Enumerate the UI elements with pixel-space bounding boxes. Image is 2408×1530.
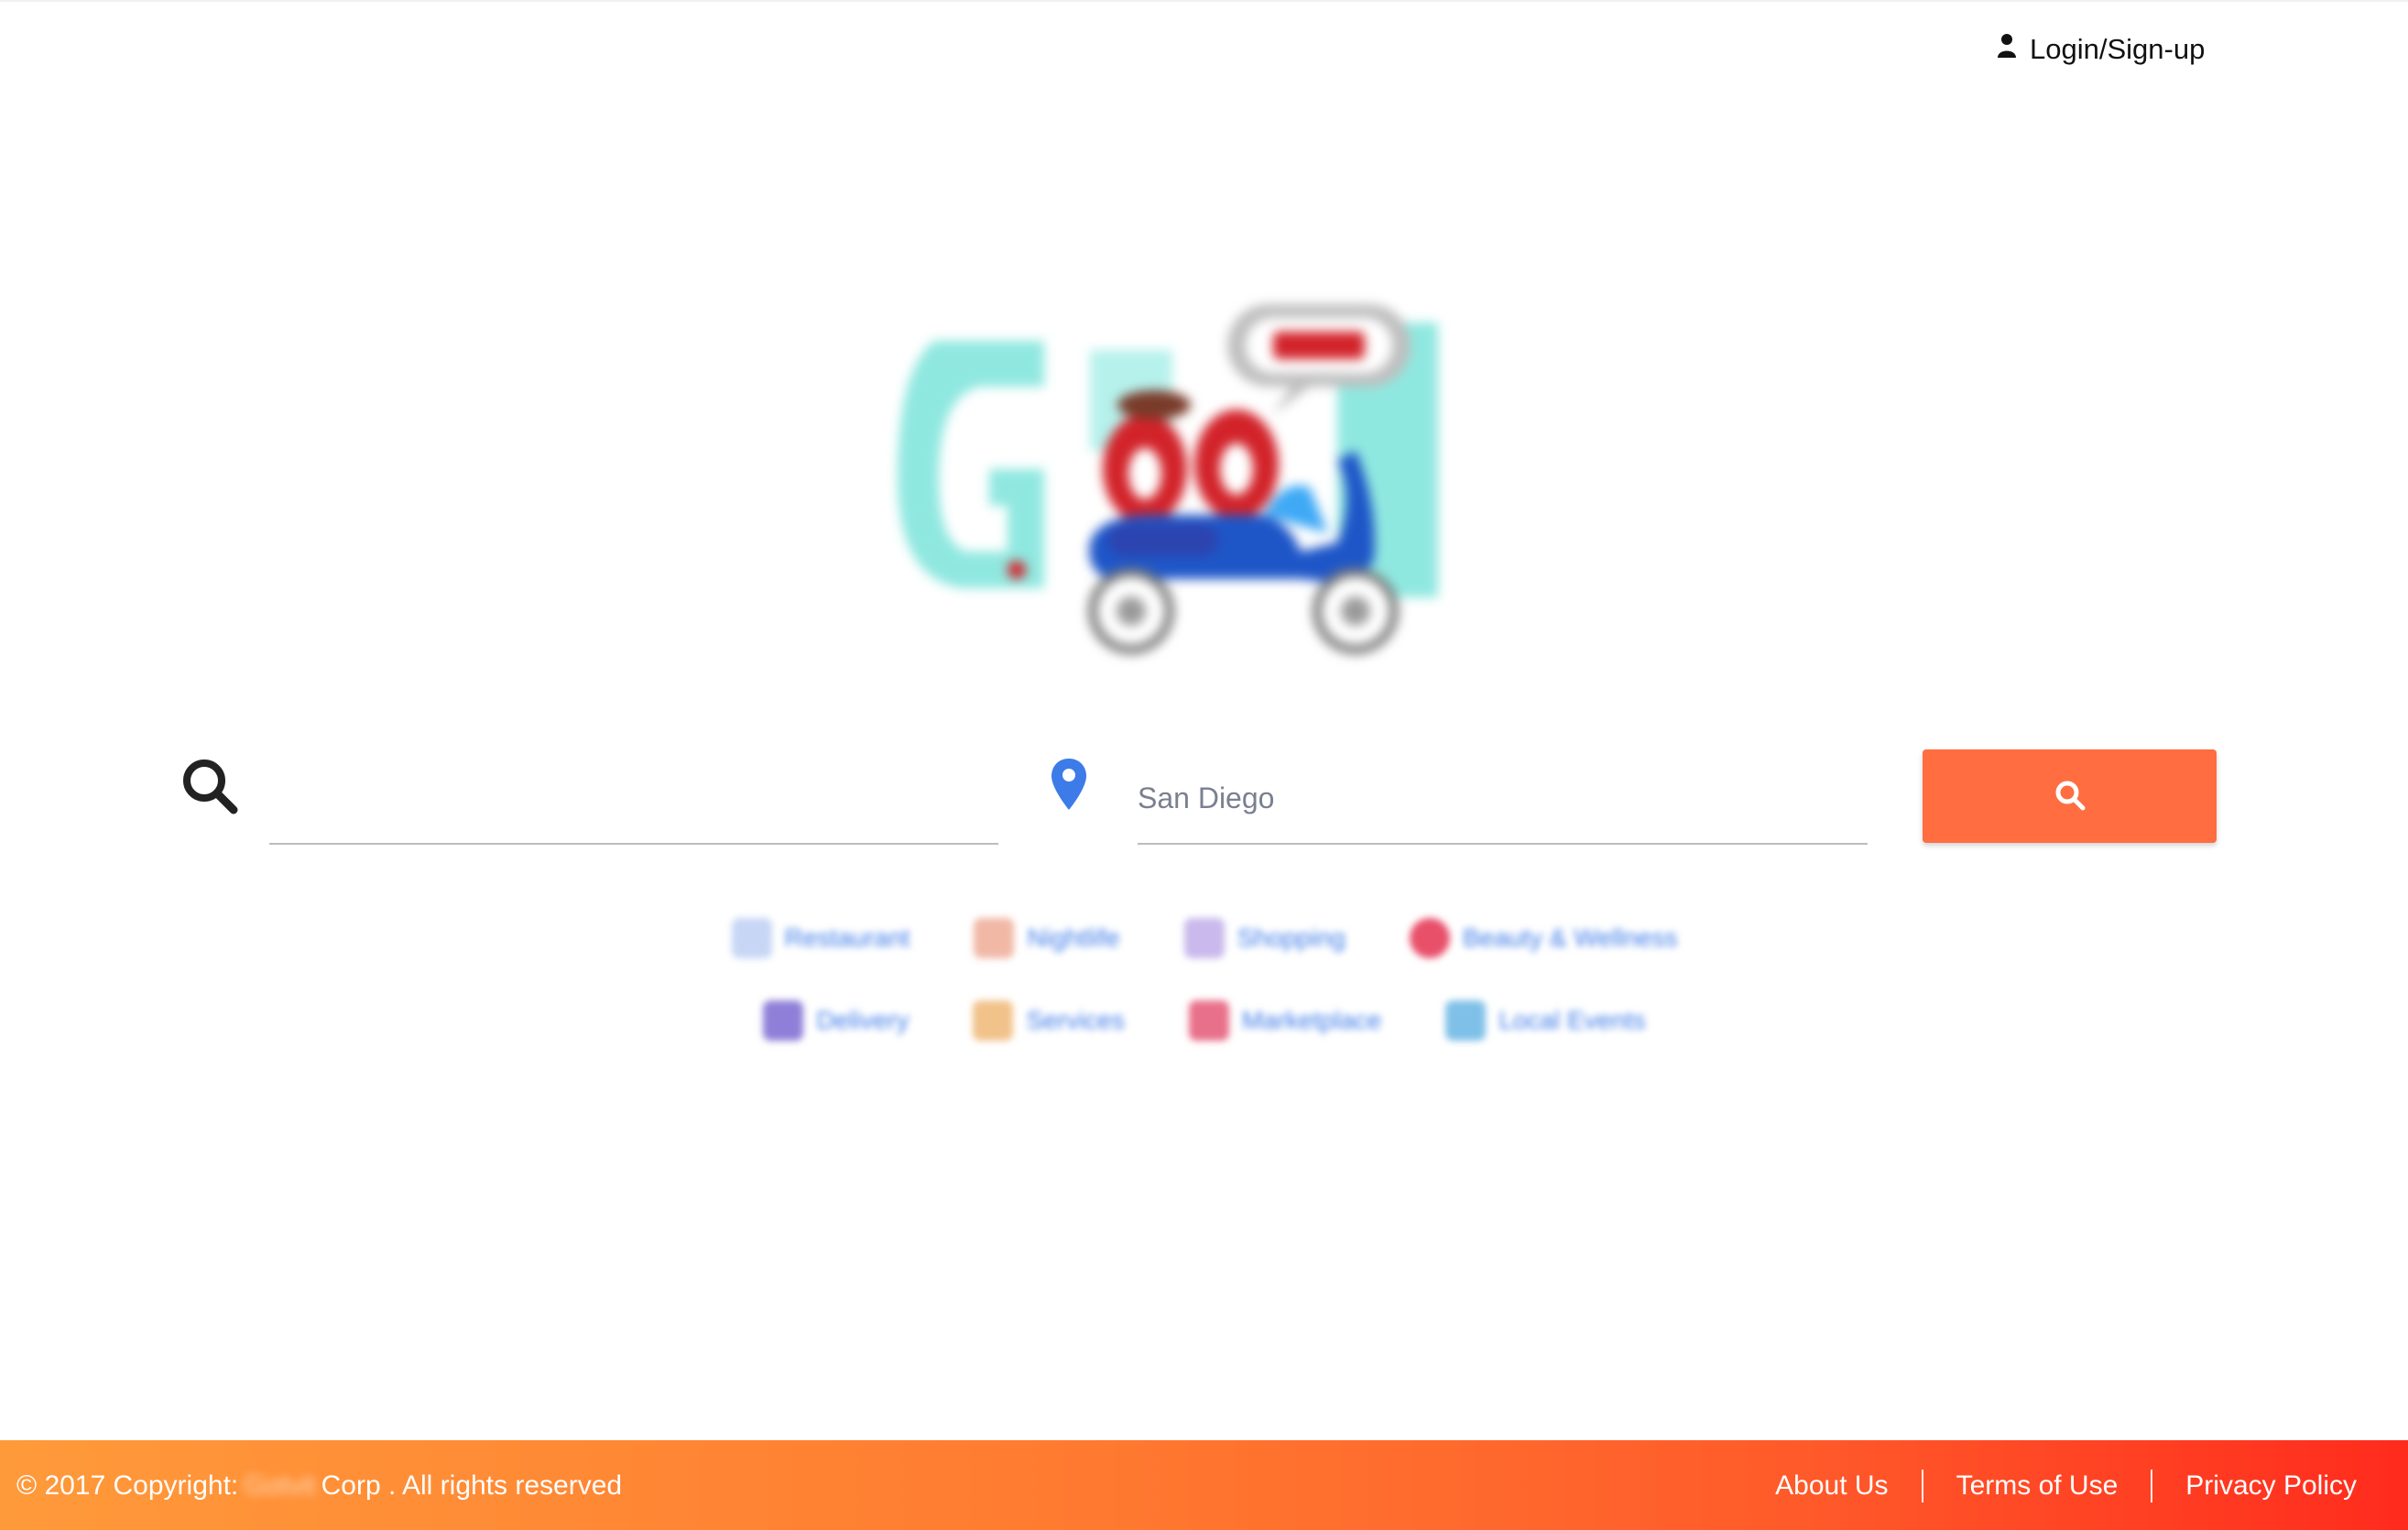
terms-of-use-link[interactable]: Terms of Use (1923, 1470, 2152, 1502)
search-input[interactable] (269, 753, 998, 845)
category-label: Nightlife (1027, 923, 1120, 952)
category-label: Beauty & Wellness (1462, 923, 1678, 952)
copyright-prefix: © 2017 Copyright: (16, 1470, 239, 1501)
category-services[interactable]: Services (973, 1000, 1125, 1041)
category-row: Restaurant Nightlife Shopping Beauty & W… (678, 918, 1731, 958)
store-icon (1188, 1000, 1229, 1041)
search-icon (2054, 780, 2086, 814)
category-label: Delivery (816, 1006, 910, 1034)
category-shopping[interactable]: Shopping (1183, 918, 1346, 958)
login-signup-link[interactable]: Login/Sign-up (1997, 33, 2205, 66)
utensils-icon (731, 918, 772, 958)
search-button[interactable] (1923, 749, 2217, 843)
privacy-policy-link[interactable]: Privacy Policy (2152, 1470, 2392, 1502)
map-pin-icon (1050, 757, 1088, 812)
brand-name: Gotvit (244, 1470, 316, 1501)
user-icon (1997, 33, 2017, 66)
page: Login/Sign-up San Diego Restaurant Night… (0, 0, 2408, 1530)
services-icon (973, 1000, 1014, 1041)
copyright-suffix: Corp . All rights reserved (321, 1470, 623, 1501)
category-label: Marketplace (1241, 1006, 1382, 1034)
category-label: Services (1026, 1006, 1125, 1034)
about-us-link[interactable]: About Us (1742, 1470, 1921, 1502)
category-marketplace[interactable]: Marketplace (1188, 1000, 1382, 1041)
category-nightlife[interactable]: Nightlife (974, 918, 1120, 958)
category-label: Shopping (1237, 923, 1346, 952)
category-local-events[interactable]: Local Events (1445, 1000, 1646, 1041)
category-label: Restaurant (784, 923, 910, 952)
cocktail-icon (974, 918, 1015, 958)
category-restaurant[interactable]: Restaurant (731, 918, 910, 958)
footer: © 2017 Copyright: Gotvit Corp . All righ… (0, 1440, 2408, 1530)
category-list: Restaurant Nightlife Shopping Beauty & W… (678, 918, 1731, 1083)
delivery-icon (763, 1000, 804, 1041)
heart-icon (1409, 918, 1450, 958)
calendar-icon (1445, 1000, 1487, 1041)
category-beauty-wellness[interactable]: Beauty & Wellness (1409, 918, 1678, 958)
category-row: Delivery Services Marketplace Local Even… (678, 1000, 1731, 1041)
search-icon (180, 757, 239, 815)
category-label: Local Events (1498, 1006, 1646, 1034)
shopping-bag-icon (1183, 918, 1225, 958)
location-input[interactable] (1138, 753, 1868, 845)
category-delivery[interactable]: Delivery (763, 1000, 909, 1041)
footer-links: About Us Terms of Use Privacy Policy (1742, 1470, 2392, 1503)
scooter-logo (879, 295, 1493, 680)
copyright-text: © 2017 Copyright: Gotvit Corp . All righ… (16, 1470, 622, 1502)
login-label: Login/Sign-up (2030, 33, 2206, 65)
